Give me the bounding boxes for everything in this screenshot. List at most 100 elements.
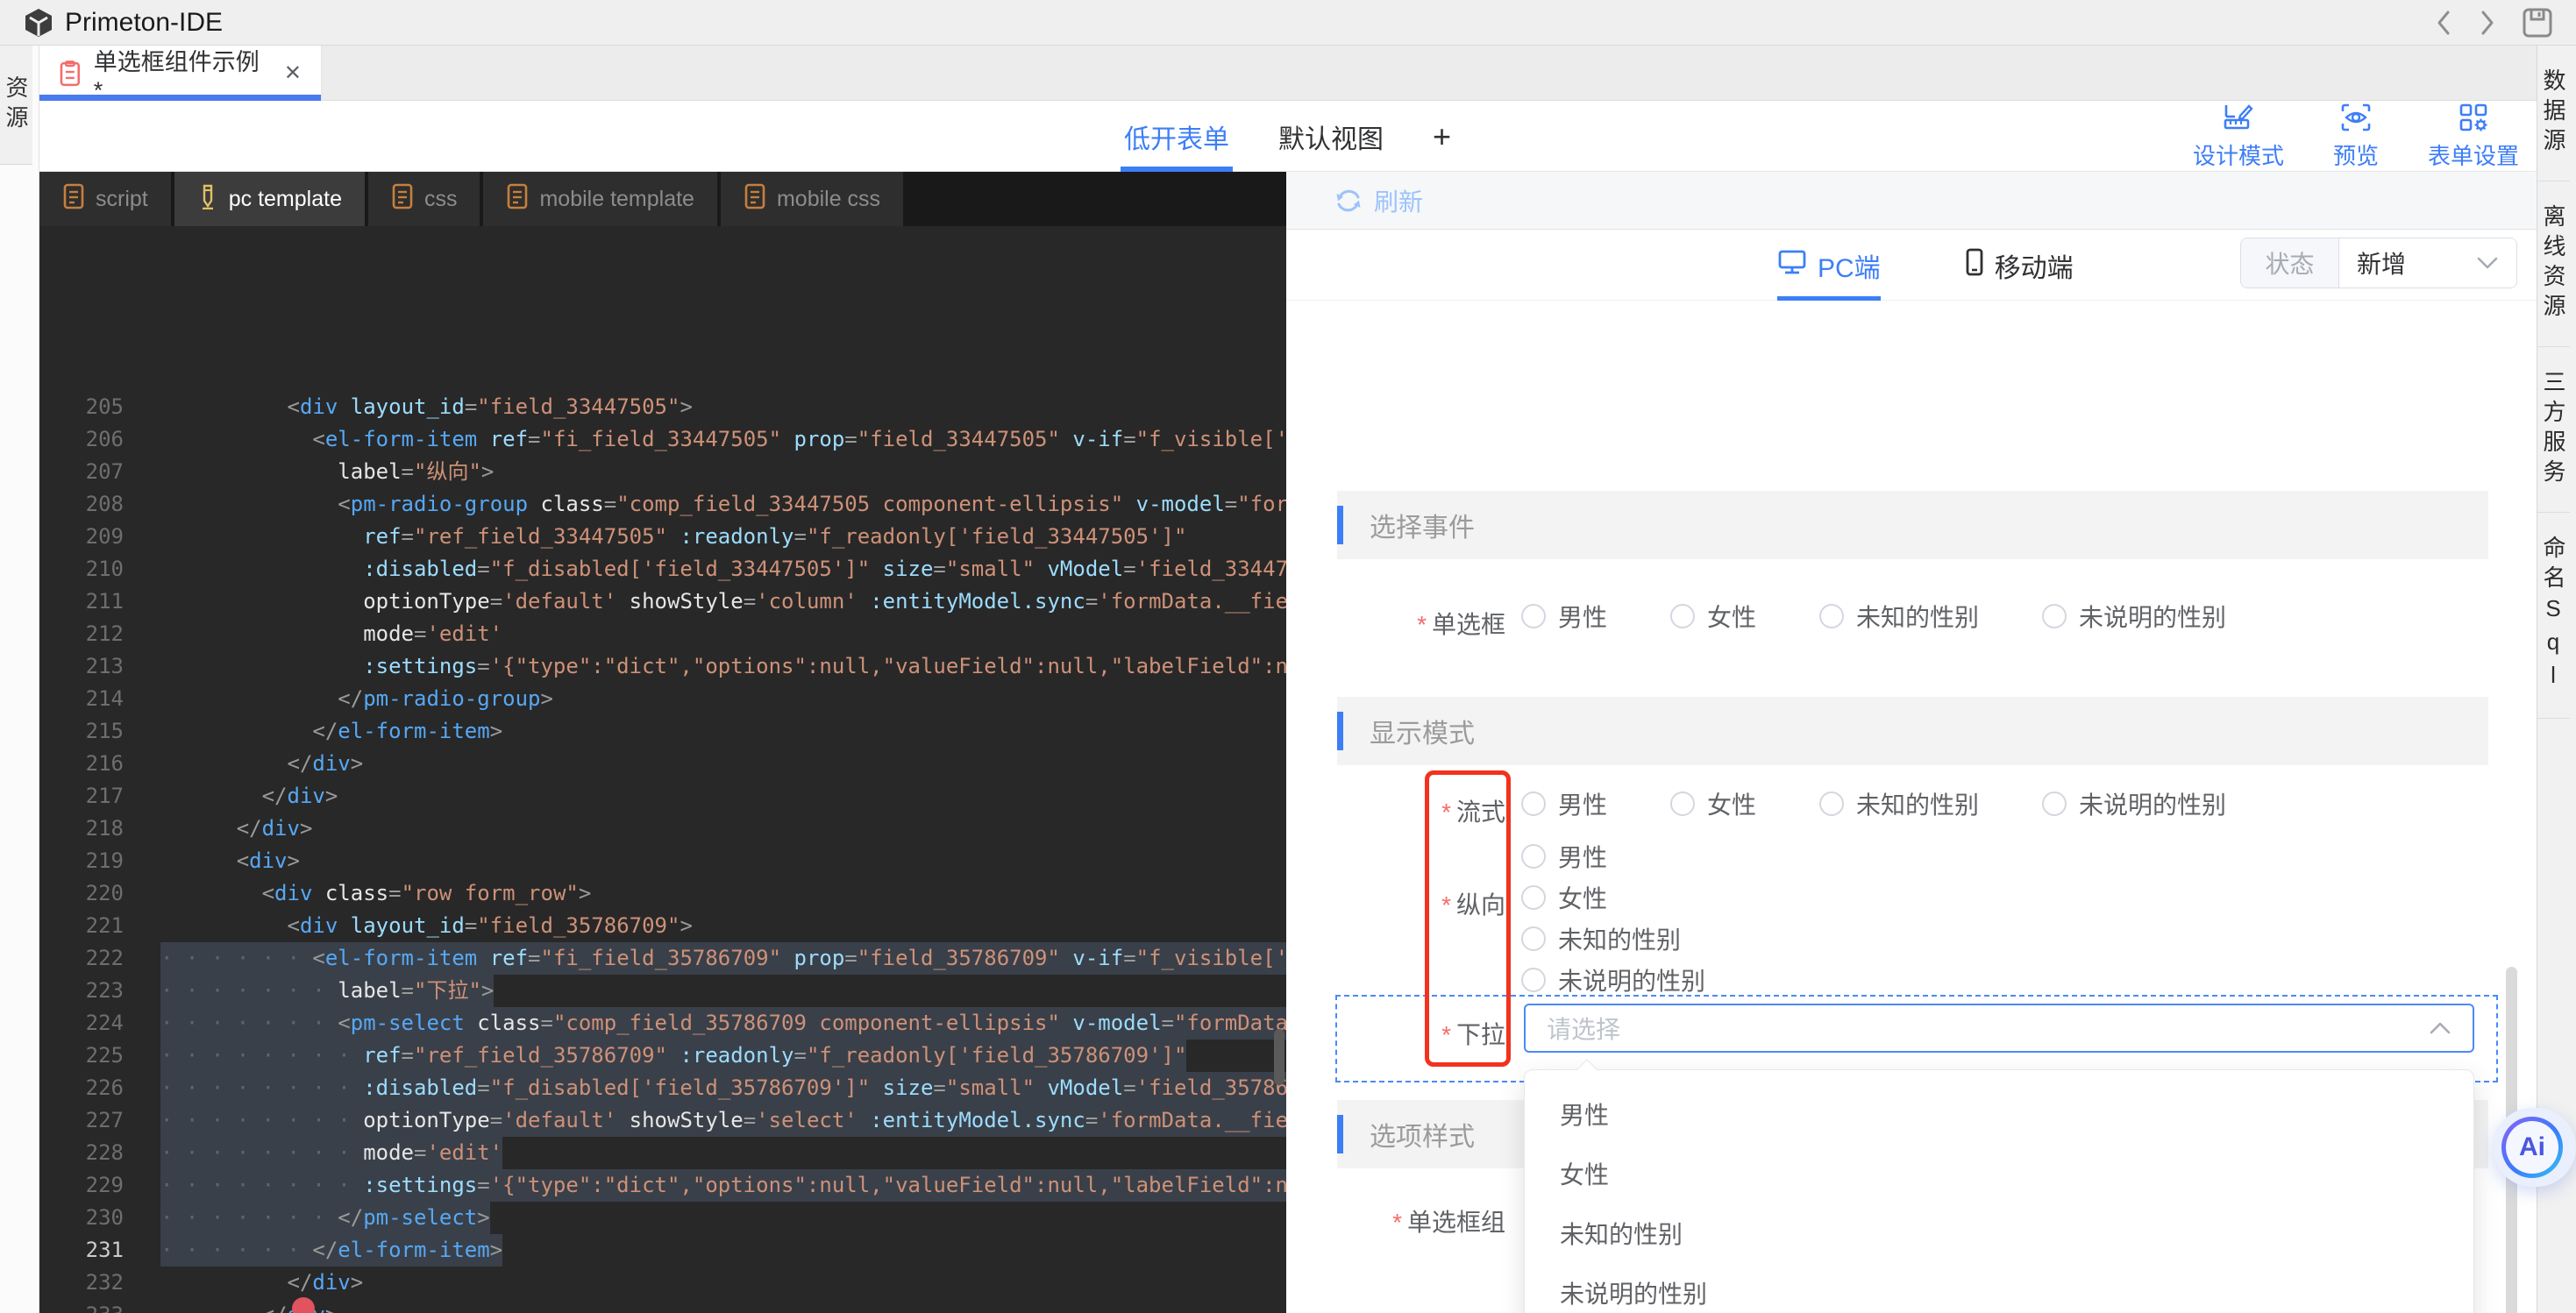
radio-option-男性[interactable]: 男性 [1521, 786, 1607, 821]
section-accent-bar [1337, 712, 1343, 750]
code-line[interactable]: 228· · · · · · · · mode='edit' [39, 1137, 1286, 1169]
code-line[interactable]: 223· · · · · · · label="下拉"> [39, 975, 1286, 1007]
line-number: 207 [39, 456, 124, 488]
code-line[interactable]: 230· · · · · · · </pm-select> [39, 1202, 1286, 1234]
ai-assistant-button[interactable]: Ai [2493, 1108, 2576, 1187]
design-mode-button[interactable]: 设计模式 [2193, 103, 2284, 171]
monitor-icon [1777, 249, 1807, 282]
radio-circle-icon[interactable] [1521, 968, 1546, 992]
code-line[interactable]: 209 ref="ref_field_33447505" :readonly="… [39, 521, 1286, 553]
code-editor[interactable]: scriptpc templatecssmobile templatemobil… [39, 172, 1286, 1313]
select-input[interactable]: 请选择 [1524, 1004, 2474, 1053]
radio-circle-icon[interactable] [2042, 604, 2067, 628]
code-line[interactable]: 205 <div layout_id="field_33447505"> [39, 391, 1286, 423]
close-icon[interactable]: ✕ [284, 60, 302, 86]
code-line[interactable]: 221 <div layout_id="field_35786709"> [39, 910, 1286, 942]
radio-circle-icon[interactable] [1670, 604, 1695, 628]
add-view-button[interactable]: + [1433, 118, 1451, 155]
dropdown-option-女性[interactable]: 女性 [1525, 1144, 2473, 1203]
form-settings-button[interactable]: 表单设置 [2428, 103, 2519, 171]
code-line[interactable]: 213 :settings='{"type":"dict","options":… [39, 650, 1286, 683]
file-tab-bar: 单选框组件示例* ✕ [39, 46, 2537, 101]
code-area[interactable]: 205 <div layout_id="field_33447505">206 … [39, 391, 1286, 1313]
radio-circle-icon[interactable] [1521, 885, 1546, 910]
radio-circle-icon[interactable] [1521, 791, 1546, 816]
radio-option-男性[interactable]: 男性 [1521, 839, 1705, 874]
radio-option-女性[interactable]: 女性 [1521, 880, 1705, 915]
code-line[interactable]: 232 </div> [39, 1267, 1286, 1299]
editor-scrollbar-thumb[interactable] [1274, 1029, 1284, 1085]
line-number: 228 [39, 1137, 124, 1169]
code-line[interactable]: 210 :disabled="f_disabled['field_3344750… [39, 553, 1286, 586]
radio-option-女性[interactable]: 女性 [1670, 786, 1756, 821]
device-tab-PC端[interactable]: PC端 [1777, 230, 1881, 301]
editor-tab-css[interactable]: css [368, 172, 480, 226]
radio-group-column: 男性女性未知的性别未说明的性别 [1521, 839, 1705, 997]
code-line[interactable]: 219 <div> [39, 845, 1286, 877]
line-number: 230 [39, 1202, 124, 1234]
code-line[interactable]: 206 <el-form-item ref="fi_field_33447505… [39, 423, 1286, 456]
code-line[interactable]: 233 </div> [39, 1299, 1286, 1313]
sidebar-item-离线资源[interactable]: 离线资源 [2537, 181, 2570, 347]
code-line[interactable]: 218 </div> [39, 813, 1286, 845]
radio-circle-icon[interactable] [1521, 604, 1546, 628]
refresh-button[interactable]: 刷新 [1374, 183, 1423, 218]
code-line[interactable]: 208 <pm-radio-group class="comp_field_33… [39, 488, 1286, 521]
status-select[interactable]: 状态 新增 [2240, 238, 2517, 288]
code-line[interactable]: 217 </div> [39, 780, 1286, 813]
radio-circle-icon[interactable] [1819, 604, 1844, 628]
code-line[interactable]: 220 <div class="row form_row"> [39, 877, 1286, 910]
dropdown-option-未知的性别[interactable]: 未知的性别 [1525, 1203, 2473, 1263]
radio-option-未说明的性别[interactable]: 未说明的性别 [1521, 962, 1705, 997]
editor-tab-pc-template[interactable]: pc template [174, 172, 365, 226]
code-line[interactable]: 214 </pm-radio-group> [39, 683, 1286, 715]
radio-option-未知的性别[interactable]: 未知的性别 [1819, 599, 1979, 634]
dropdown-option-未说明的性别[interactable]: 未说明的性别 [1525, 1263, 2473, 1313]
back-icon[interactable] [2434, 8, 2453, 38]
radio-circle-icon[interactable] [1521, 926, 1546, 951]
view-tab-默认视图[interactable]: 默认视图 [1278, 101, 1384, 172]
editor-tab-script[interactable]: script [39, 172, 171, 226]
radio-option-未说明的性别[interactable]: 未说明的性别 [2042, 786, 2226, 821]
file-icon [506, 183, 529, 216]
preview-button[interactable]: 预览 [2333, 103, 2379, 171]
sidebar-item-三方服务[interactable]: 三方服务 [2537, 347, 2570, 513]
code-line[interactable]: 207 label="纵向"> [39, 456, 1286, 488]
sidebar-item-命名Sql[interactable]: 命名Sql [2537, 513, 2570, 719]
radio-option-未知的性别[interactable]: 未知的性别 [1819, 786, 1979, 821]
code-line[interactable]: 229· · · · · · · · :settings='{"type":"d… [39, 1169, 1286, 1202]
refresh-row: 刷新 [1286, 172, 2537, 230]
form-file-icon [59, 60, 82, 87]
sidebar-item-数据源[interactable]: 数据源 [2537, 46, 2570, 181]
code-line[interactable]: 231· · · · · · </el-form-item> [39, 1234, 1286, 1267]
editor-tab-mobile-css[interactable]: mobile css [721, 172, 903, 226]
radio-option-女性[interactable]: 女性 [1670, 599, 1756, 634]
radio-circle-icon[interactable] [1670, 791, 1695, 816]
code-line[interactable]: 215 </el-form-item> [39, 715, 1286, 748]
forward-icon[interactable] [2478, 8, 2497, 38]
code-line[interactable]: 216 </div> [39, 748, 1286, 780]
code-line[interactable]: 222· · · · · · <el-form-item ref="fi_fie… [39, 942, 1286, 975]
code-line[interactable]: 212 mode='edit' [39, 618, 1286, 650]
line-number: 227 [39, 1104, 124, 1137]
code-line[interactable]: 225· · · · · · · · ref="ref_field_357867… [39, 1040, 1286, 1072]
code-line[interactable]: 227· · · · · · · · optionType='default' … [39, 1104, 1286, 1137]
radio-circle-icon[interactable] [2042, 791, 2067, 816]
refresh-icon[interactable] [1334, 186, 1363, 216]
sidebar-item-resources[interactable]: 资源 [0, 46, 32, 165]
dropdown-option-男性[interactable]: 男性 [1525, 1084, 2473, 1144]
line-number: 217 [39, 780, 124, 813]
device-tab-移动端[interactable]: 移动端 [1965, 230, 2074, 301]
radio-circle-icon[interactable] [1521, 844, 1546, 869]
editor-tab-mobile-template[interactable]: mobile template [483, 172, 716, 226]
radio-option-未知的性别[interactable]: 未知的性别 [1521, 921, 1705, 956]
view-tab-低开表单[interactable]: 低开表单 [1124, 101, 1229, 172]
radio-option-男性[interactable]: 男性 [1521, 599, 1607, 634]
save-icon[interactable] [2522, 7, 2553, 39]
radio-circle-icon[interactable] [1819, 791, 1844, 816]
file-tab-radio-example[interactable]: 单选框组件示例* ✕ [39, 46, 322, 101]
radio-option-未说明的性别[interactable]: 未说明的性别 [2042, 599, 2226, 634]
code-line[interactable]: 224· · · · · · · <pm-select class="comp_… [39, 1007, 1286, 1040]
code-line[interactable]: 211 optionType='default' showStyle='colu… [39, 586, 1286, 618]
code-line[interactable]: 226· · · · · · · · :disabled="f_disabled… [39, 1072, 1286, 1104]
